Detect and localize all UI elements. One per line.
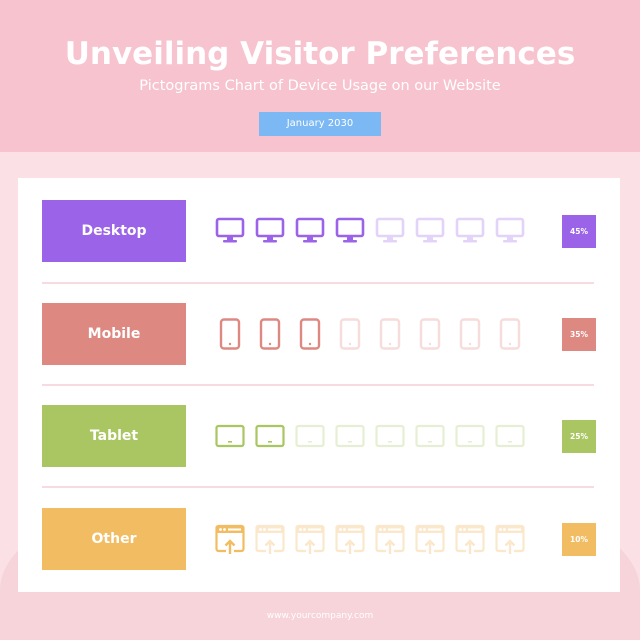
- desktop-icon: [495, 217, 525, 243]
- browser-upload-icon: [255, 524, 285, 554]
- browser-upload-icon: [215, 524, 245, 554]
- icon-strip: [215, 318, 525, 350]
- row-other: Other 10%: [42, 508, 596, 570]
- tablet-icon: [295, 424, 325, 448]
- divider: [42, 486, 594, 488]
- browser-upload-icon: [295, 524, 325, 554]
- desktop-icon: [295, 217, 325, 243]
- tablet-icon: [255, 424, 285, 448]
- tablet-icon: [375, 424, 405, 448]
- tablet-icon: [455, 424, 485, 448]
- percent-badge: 45%: [562, 215, 596, 248]
- divider: [42, 282, 594, 284]
- icon-strip: [215, 523, 525, 555]
- mobile-icon: [379, 318, 401, 350]
- mobile-icon: [419, 318, 441, 350]
- row-label: Other: [42, 508, 186, 570]
- percent-badge: 10%: [562, 523, 596, 556]
- mobile-icon: [499, 318, 521, 350]
- browser-upload-icon: [415, 524, 445, 554]
- browser-upload-icon: [335, 524, 365, 554]
- browser-upload-icon: [495, 524, 525, 554]
- desktop-icon: [215, 217, 245, 243]
- tablet-icon: [415, 424, 445, 448]
- desktop-icon: [455, 217, 485, 243]
- browser-upload-icon: [455, 524, 485, 554]
- mobile-icon: [459, 318, 481, 350]
- page-subtitle: Pictograms Chart of Device Usage on our …: [139, 78, 501, 94]
- tablet-icon: [335, 424, 365, 448]
- desktop-icon: [255, 217, 285, 243]
- percent-badge: 25%: [562, 420, 596, 453]
- row-mobile: Mobile 35%: [42, 303, 596, 365]
- mobile-icon: [259, 318, 281, 350]
- divider: [42, 384, 594, 386]
- browser-upload-icon: [375, 524, 405, 554]
- mobile-icon: [219, 318, 241, 350]
- footer-url: www.yourcompany.com: [266, 611, 374, 621]
- icon-strip: [215, 215, 525, 247]
- row-tablet: Tablet 25%: [42, 405, 596, 467]
- tablet-icon: [215, 424, 245, 448]
- row-label: Tablet: [42, 405, 186, 467]
- row-label: Desktop: [42, 200, 186, 262]
- date-badge: January 2030: [259, 112, 381, 136]
- row-label: Mobile: [42, 303, 186, 365]
- desktop-icon: [335, 217, 365, 243]
- row-desktop: Desktop 45%: [42, 200, 596, 262]
- percent-badge: 35%: [562, 318, 596, 351]
- tablet-icon: [495, 424, 525, 448]
- page-title: Unveiling Visitor Preferences: [64, 36, 576, 72]
- header: Unveiling Visitor Preferences Pictograms…: [0, 0, 640, 152]
- pictogram-card: Desktop 45% Mobile 35% Tablet 25% Other …: [18, 178, 620, 592]
- icon-strip: [215, 420, 525, 452]
- mobile-icon: [299, 318, 321, 350]
- desktop-icon: [375, 217, 405, 243]
- mobile-icon: [339, 318, 361, 350]
- desktop-icon: [415, 217, 445, 243]
